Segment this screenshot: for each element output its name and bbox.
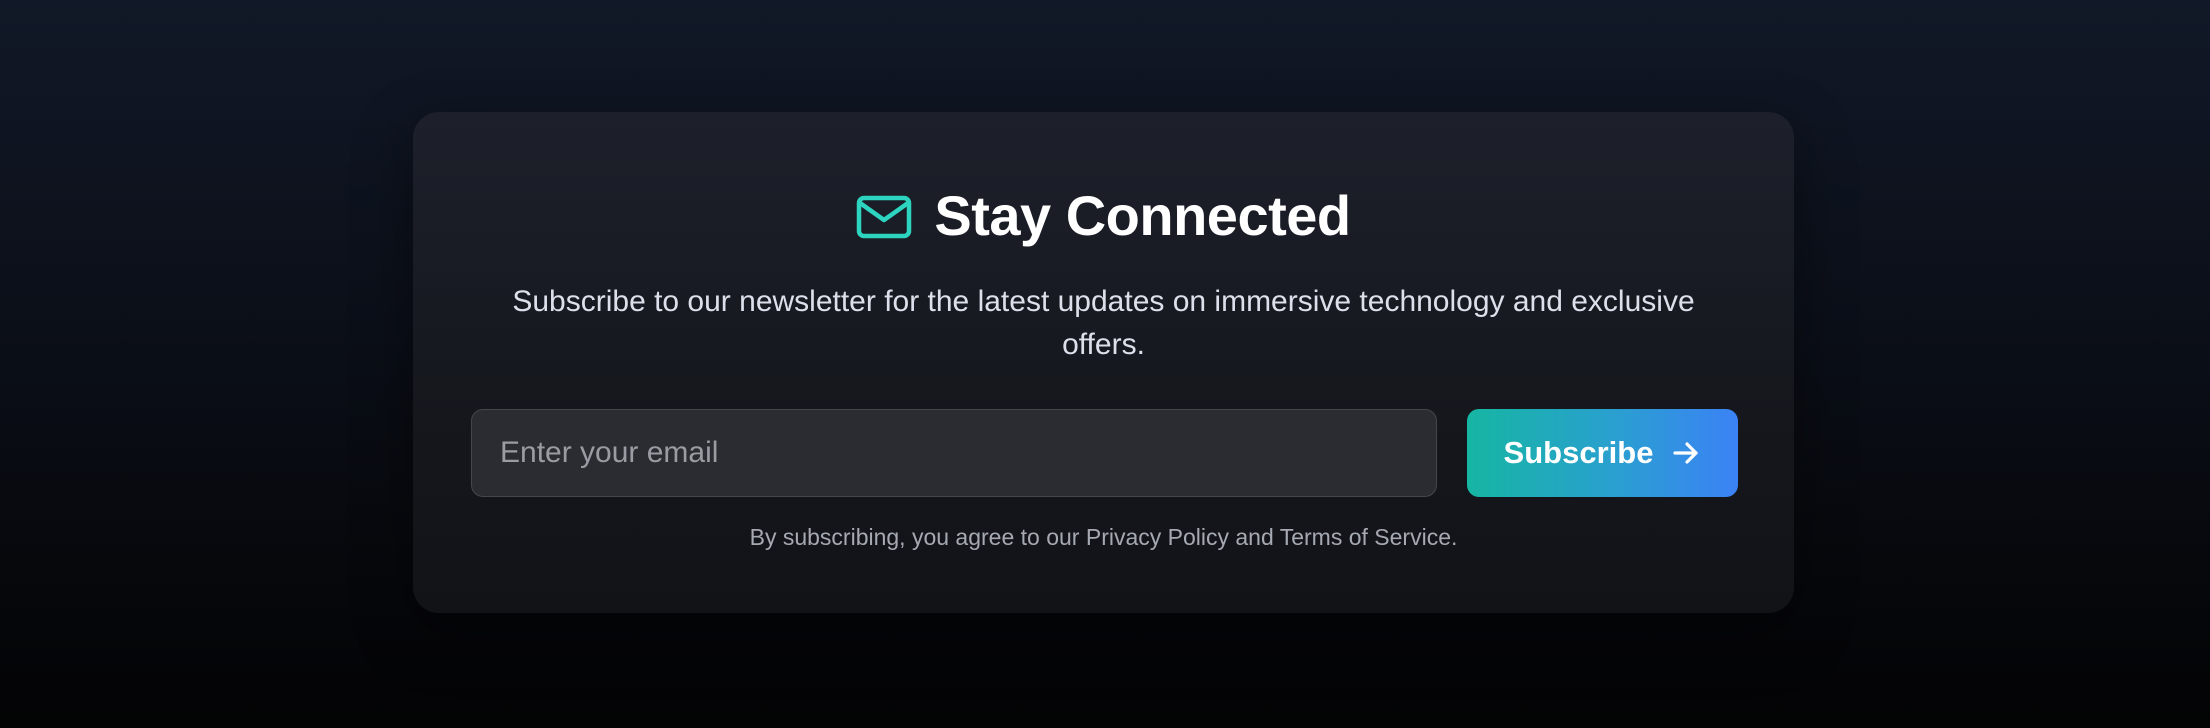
title-row: Stay Connected — [413, 170, 1794, 260]
newsletter-description: Subscribe to our newsletter for the late… — [512, 285, 1695, 361]
subscribe-button-label: Subscribe — [1503, 435, 1654, 470]
subscribe-button[interactable]: Subscribe — [1467, 409, 1738, 497]
email-input[interactable] — [471, 409, 1437, 497]
newsletter-title: Stay Connected — [934, 183, 1351, 247]
arrow-right-icon — [1671, 438, 1701, 468]
terms-notice: By subscribing, you agree to our Privacy… — [749, 524, 1458, 550]
newsletter-card: Stay Connected Subscribe to our newslett… — [413, 112, 1794, 613]
mail-icon — [856, 195, 912, 239]
